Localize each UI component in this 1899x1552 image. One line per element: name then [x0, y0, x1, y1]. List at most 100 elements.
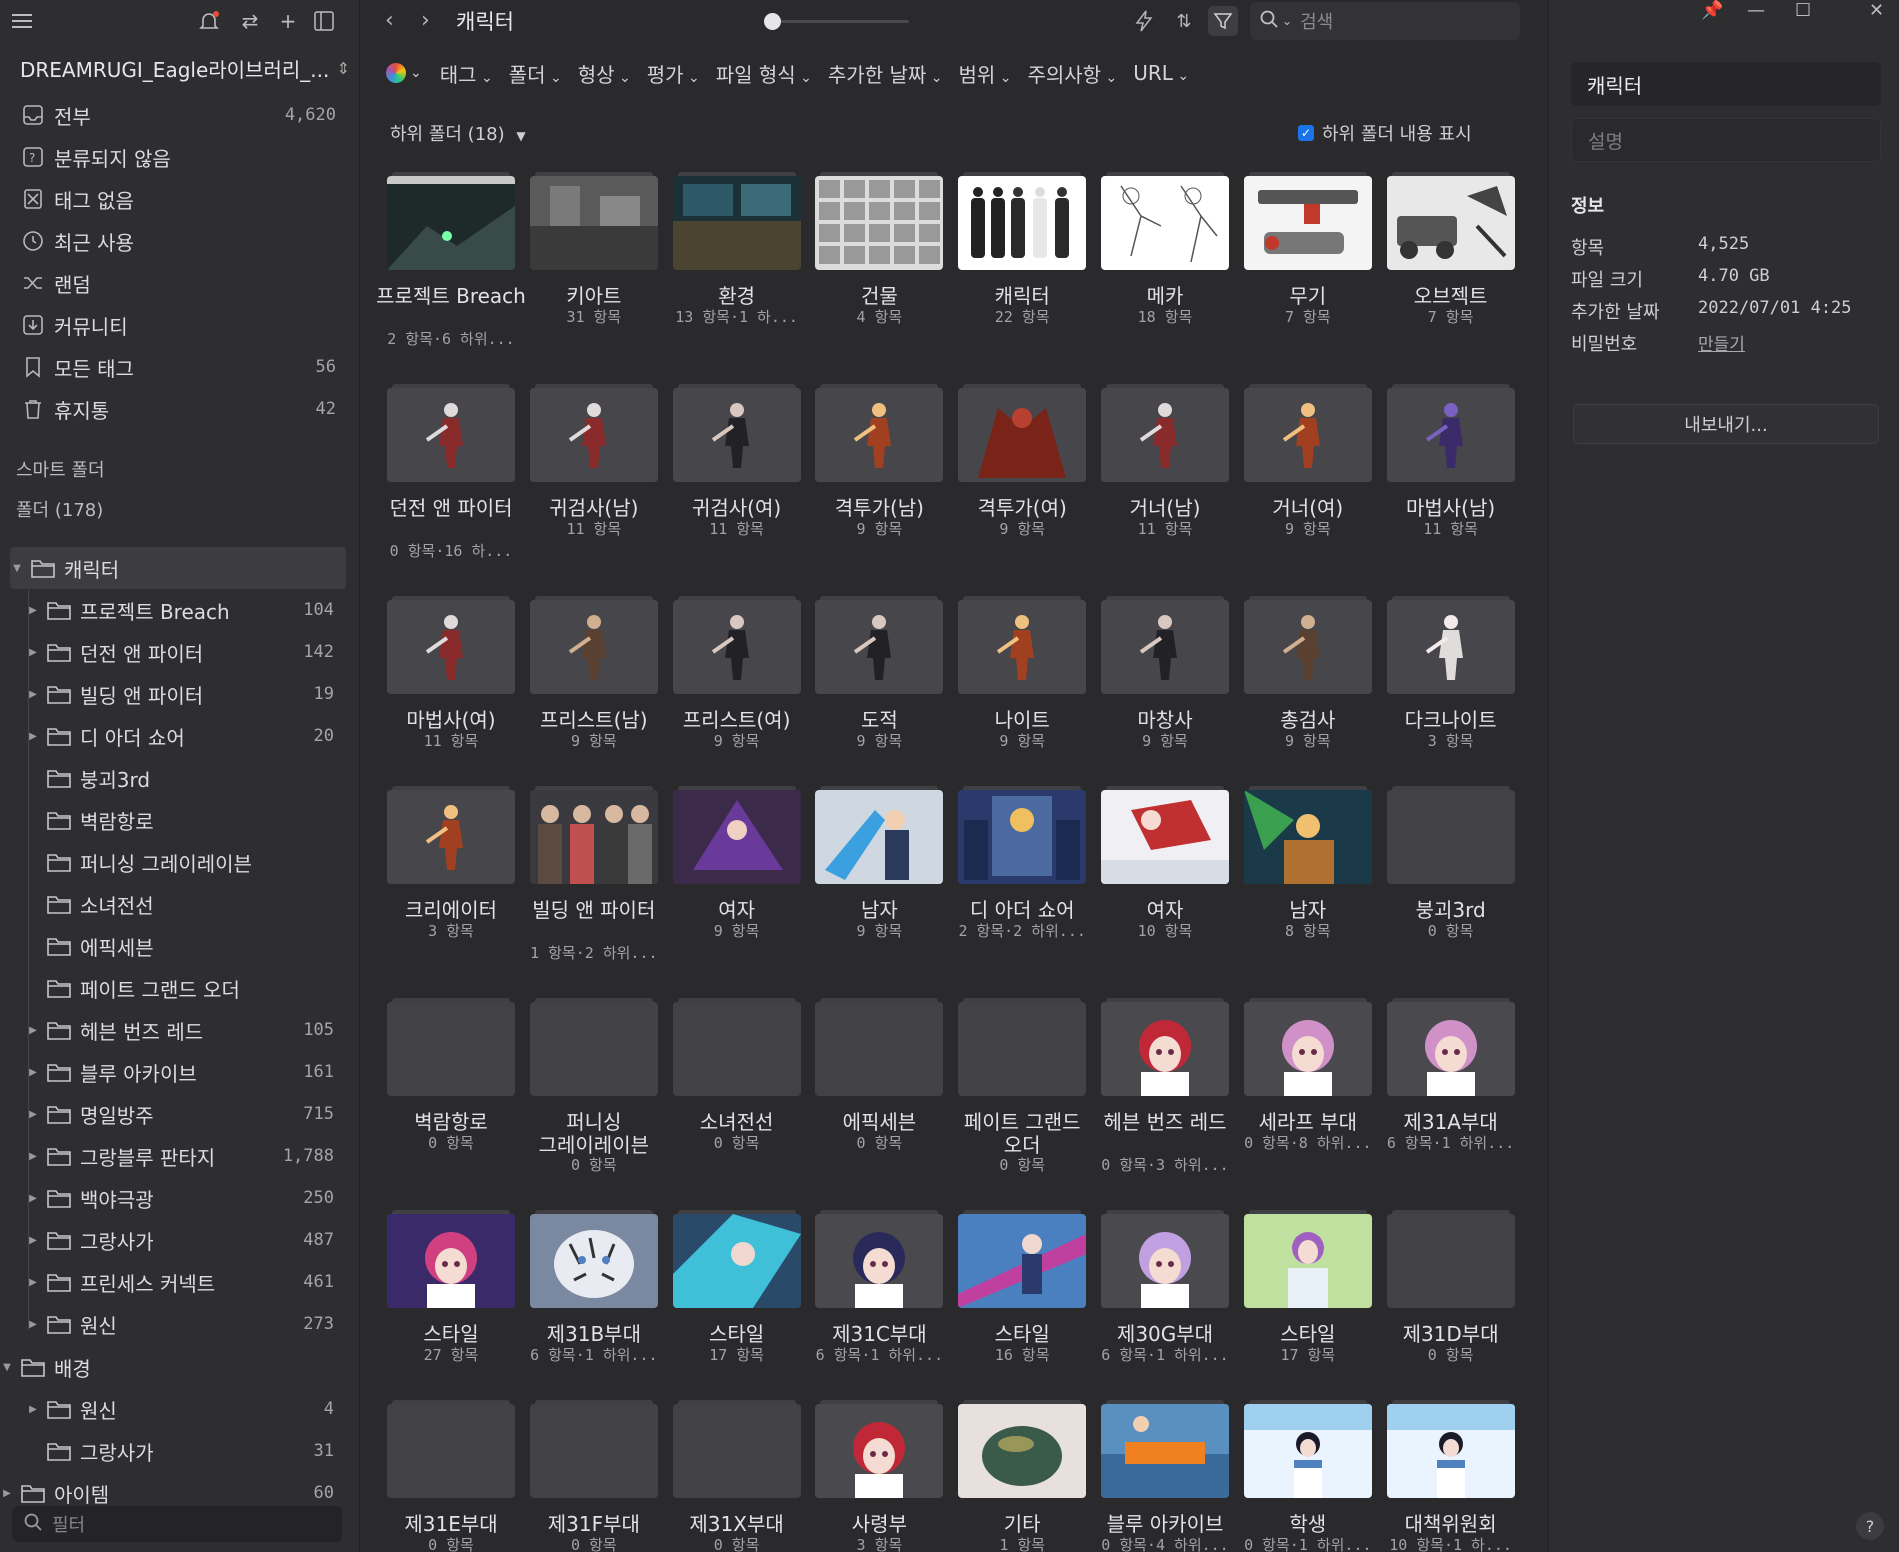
folder-thumbnail[interactable]: [529, 1210, 658, 1308]
folder-thumbnail[interactable]: [1386, 1210, 1515, 1308]
folder-thumbnail[interactable]: [1243, 1210, 1372, 1308]
caret-right-icon[interactable]: ▶: [26, 1067, 40, 1078]
tree-folder[interactable]: 소녀전선: [0, 883, 360, 925]
folder-card[interactable]: 세라프 부대 0 항목·8 하위...: [1243, 998, 1373, 1188]
folder-thumbnail[interactable]: [815, 596, 944, 694]
folder-thumbnail[interactable]: [1101, 998, 1229, 1096]
sort-icon[interactable]: ⇅: [1169, 6, 1199, 36]
show-subfolder-content[interactable]: ✓ 하위 폴더 내용 표시: [1298, 120, 1472, 146]
tree-folder[interactable]: ▼ 캐릭터: [10, 547, 346, 589]
maximize-icon[interactable]: ☐: [1795, 0, 1811, 21]
folder-card[interactable]: 스타일 17 항목: [1243, 1210, 1373, 1400]
folder-card[interactable]: 마창사 9 항목: [1100, 596, 1230, 786]
tree-folder[interactable]: ▶ 프린세스 커넥트 461: [0, 1261, 360, 1303]
help-button[interactable]: ?: [1856, 1512, 1884, 1540]
filter-icon[interactable]: [1208, 6, 1238, 36]
folder-card[interactable]: 제30G부대 6 항목·1 하위...: [1100, 1210, 1230, 1400]
filter-dropdown[interactable]: 주의사항: [1027, 59, 1117, 88]
folder-thumbnail[interactable]: [1243, 786, 1372, 884]
folder-card[interactable]: 벽람항로 0 항목: [386, 998, 516, 1188]
folder-thumbnail[interactable]: [387, 998, 515, 1096]
filter-dropdown[interactable]: 추가한 날짜: [828, 59, 943, 88]
folder-card[interactable]: 환경 13 항목·1 하...: [672, 172, 802, 362]
tree-folder[interactable]: 그랑사가 31: [0, 1430, 360, 1472]
folder-card[interactable]: 키아트 31 항목: [529, 172, 659, 362]
caret-down-icon[interactable]: ▼: [10, 563, 24, 574]
folder-thumbnail[interactable]: [672, 998, 801, 1096]
folder-card[interactable]: 메카 18 항목: [1100, 172, 1230, 362]
folder-thumbnail[interactable]: [1243, 998, 1372, 1096]
folder-card[interactable]: 프리스트(여) 9 항목: [672, 596, 802, 786]
folder-thumbnail[interactable]: [529, 786, 658, 884]
folder-card[interactable]: 제31F부대 0 항목: [529, 1400, 659, 1552]
folder-card[interactable]: 무기 7 항목: [1243, 172, 1373, 362]
folder-card[interactable]: 학생 0 항목·1 하위...: [1243, 1400, 1373, 1552]
nav-item[interactable]: 커뮤니티: [0, 304, 360, 346]
folder-thumbnail[interactable]: [672, 1400, 801, 1498]
folder-thumbnail[interactable]: [958, 786, 1087, 884]
folder-thumbnail[interactable]: [958, 1210, 1087, 1308]
folder-thumbnail[interactable]: [387, 172, 515, 270]
tree-folder[interactable]: ▶ 명일방주 715: [0, 1093, 360, 1135]
export-button[interactable]: 내보내기...: [1573, 404, 1879, 444]
tree-folder[interactable]: ▶ 그랑사가 487: [0, 1219, 360, 1261]
folders-heading[interactable]: 폴더 (178): [16, 496, 103, 522]
folder-thumbnail[interactable]: [1386, 384, 1515, 482]
folder-thumbnail[interactable]: [387, 384, 515, 482]
tree-folder[interactable]: ▼ 배경: [0, 1346, 360, 1388]
nav-item[interactable]: 태그 없음: [0, 178, 360, 220]
sync-icon[interactable]: ⇄: [238, 9, 262, 33]
filter-dropdown[interactable]: 형상: [578, 59, 631, 88]
folder-card[interactable]: 대책위원회 10 항목·1 하...: [1386, 1400, 1516, 1552]
tree-folder[interactable]: ▶ 원신 273: [0, 1303, 360, 1345]
subfolder-toggle[interactable]: 하위 폴더 (18) ▼: [390, 120, 526, 146]
folder-card[interactable]: 제31B부대 6 항목·1 하위...: [529, 1210, 659, 1400]
caret-right-icon[interactable]: ▶: [26, 689, 40, 700]
folder-thumbnail[interactable]: [1386, 1400, 1515, 1498]
lightning-icon[interactable]: [1129, 6, 1159, 36]
folder-thumbnail[interactable]: [529, 596, 658, 694]
tree-folder[interactable]: ▶ 그랑블루 판타지 1,788: [0, 1135, 360, 1177]
tree-folder[interactable]: ▶ 던전 앤 파이터 142: [0, 631, 360, 673]
folder-card[interactable]: 마법사(남) 11 항목: [1386, 384, 1516, 574]
folder-thumbnail[interactable]: [1243, 172, 1372, 270]
tree-folder[interactable]: 붕괴3rd: [0, 757, 360, 799]
folder-card[interactable]: 제31C부대 6 항목·1 하위...: [814, 1210, 944, 1400]
folder-thumbnail[interactable]: [958, 998, 1087, 1096]
filter-dropdown[interactable]: URL: [1133, 61, 1189, 85]
caret-right-icon[interactable]: ▶: [26, 1404, 40, 1415]
tree-folder[interactable]: 에픽세븐: [0, 925, 360, 967]
folder-thumbnail[interactable]: [815, 998, 944, 1096]
folder-card[interactable]: 나이트 9 항목: [957, 596, 1087, 786]
folder-card[interactable]: 여자 10 항목: [1100, 786, 1230, 976]
folder-card[interactable]: 스타일 16 항목: [957, 1210, 1087, 1400]
zoom-slider[interactable]: [764, 13, 909, 30]
caret-right-icon[interactable]: ▶: [26, 1025, 40, 1036]
nav-item[interactable]: ? 분류되지 않음: [0, 136, 360, 178]
nav-item[interactable]: 휴지통 42: [0, 388, 360, 430]
folder-card[interactable]: 귀검사(남) 11 항목: [529, 384, 659, 574]
nav-item[interactable]: 전부 4,620: [0, 94, 360, 136]
tree-folder[interactable]: ▶ 블루 아카이브 161: [0, 1051, 360, 1093]
folder-card[interactable]: 총검사 9 항목: [1243, 596, 1373, 786]
folder-thumbnail[interactable]: [815, 786, 944, 884]
caret-right-icon[interactable]: ▶: [26, 1109, 40, 1120]
folder-card[interactable]: 크리에이터 3 항목: [386, 786, 516, 976]
filter-dropdown[interactable]: 태그: [440, 59, 493, 88]
folder-thumbnail[interactable]: [815, 1210, 944, 1308]
folder-card[interactable]: 스타일 27 항목: [386, 1210, 516, 1400]
folder-thumbnail[interactable]: [529, 1400, 658, 1498]
menu-icon[interactable]: [10, 9, 34, 33]
caret-right-icon[interactable]: ▶: [26, 1277, 40, 1288]
folder-card[interactable]: 던전 앤 파이터 0 항목·16 하...: [386, 384, 516, 574]
folder-card[interactable]: 거너(여) 9 항목: [1243, 384, 1373, 574]
bell-icon[interactable]: [197, 9, 221, 33]
filter-dropdown[interactable]: 파일 형식: [716, 59, 812, 88]
folder-thumbnail[interactable]: [672, 1210, 801, 1308]
folder-thumbnail[interactable]: [672, 384, 801, 482]
folder-thumbnail[interactable]: [1101, 786, 1229, 884]
folder-card[interactable]: 기타 1 항목: [957, 1400, 1087, 1552]
folder-thumbnail[interactable]: [529, 384, 658, 482]
folder-thumbnail[interactable]: [815, 172, 944, 270]
minimize-icon[interactable]: —: [1747, 0, 1765, 21]
